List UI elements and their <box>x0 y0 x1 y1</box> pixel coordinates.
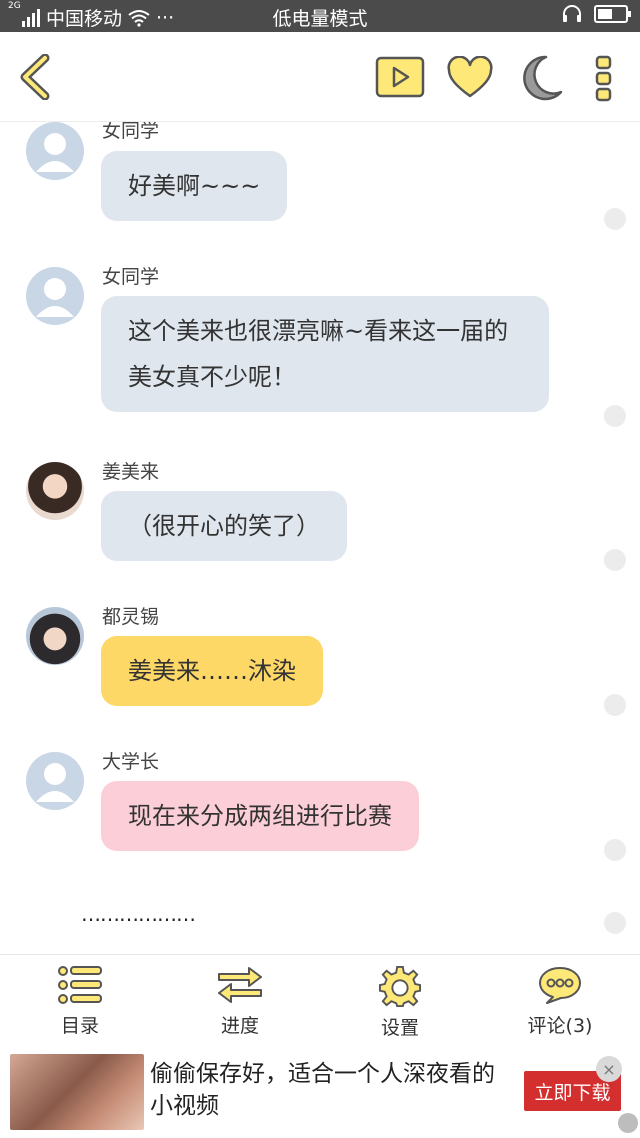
nav-catalog[interactable]: 目录 <box>0 955 160 1046</box>
boy-avatar <box>26 607 84 665</box>
sender-name: 女同学 <box>102 266 160 288</box>
back-button[interactable] <box>14 54 54 100</box>
default-avatar <box>26 752 84 810</box>
ad-thumbnail[interactable] <box>10 1054 144 1130</box>
comment-dot[interactable] <box>604 405 626 427</box>
more-icon <box>595 55 612 102</box>
power-mode-label: 低电量模式 <box>272 8 368 30</box>
message-bubble: （很开心的笑了） <box>101 491 347 561</box>
nav-label: 设置 <box>380 1017 419 1039</box>
comment-dot[interactable] <box>604 839 626 861</box>
comment-dot[interactable] <box>604 694 626 716</box>
chat-story[interactable]: 女同学 好美啊~~~ 女同学 这个美来也很漂亮嘛~看来这一届的美女真不少呢！ 姜… <box>0 122 640 954</box>
default-avatar <box>26 267 84 325</box>
more-button[interactable] <box>590 52 618 104</box>
nav-progress[interactable]: 进度 <box>160 955 320 1046</box>
nav-comments[interactable]: 评论(3) <box>480 955 640 1046</box>
sender-name: 大学长 <box>102 751 160 773</box>
comment-dot[interactable] <box>604 208 626 230</box>
floating-assist-icon[interactable] <box>618 1113 638 1133</box>
list-icon <box>58 966 102 1004</box>
default-avatar <box>26 122 84 180</box>
message-bubble: 好美啊~~~ <box>101 151 288 221</box>
message-bubble: 现在来分成两组进行比赛 <box>101 781 419 851</box>
ad-close-button[interactable]: × <box>596 1056 622 1082</box>
comment-icon <box>539 967 581 1004</box>
nav-label: 进度 <box>220 1015 259 1037</box>
play-icon <box>375 56 425 98</box>
bottom-nav: 目录 进度 设置 评论(3) <box>0 954 640 1046</box>
moon-icon <box>523 55 563 101</box>
night-mode-button[interactable] <box>518 54 564 102</box>
status-right <box>562 5 632 23</box>
heart-icon <box>447 56 493 98</box>
status-bar: 中国移动 ··· 2G 低电量模式 <box>0 0 640 32</box>
gear-icon <box>379 965 421 1007</box>
sender-name: 女同学 <box>102 122 160 142</box>
favorite-button[interactable] <box>446 56 494 100</box>
battery-icon <box>594 5 631 23</box>
nav-label: 评论(3) <box>527 1015 593 1037</box>
sender-name: 都灵锡 <box>102 606 160 628</box>
swap-arrows-icon <box>218 967 262 1003</box>
nav-settings[interactable]: 设置 <box>320 955 480 1046</box>
play-button[interactable] <box>375 56 425 98</box>
sender-name: 姜美来 <box>102 461 160 483</box>
narration-text: ……………… <box>81 902 196 926</box>
back-icon <box>20 54 50 100</box>
comment-dot[interactable] <box>604 549 626 571</box>
message-bubble: 这个美来也很漂亮嘛~看来这一届的美女真不少呢！ <box>101 296 549 412</box>
ad-text[interactable]: 偷偷保存好，适合一个人深夜看的小视频 <box>150 1058 510 1122</box>
reader-toolbar <box>0 32 640 122</box>
ad-banner[interactable]: 偷偷保存好，适合一个人深夜看的小视频 立即下载 × <box>0 1046 640 1138</box>
message-bubble: 姜美来……沐染 <box>101 636 323 706</box>
headset-icon <box>563 5 581 22</box>
girl-avatar <box>26 462 84 520</box>
nav-label: 目录 <box>60 1015 99 1037</box>
comment-dot[interactable] <box>604 912 626 934</box>
